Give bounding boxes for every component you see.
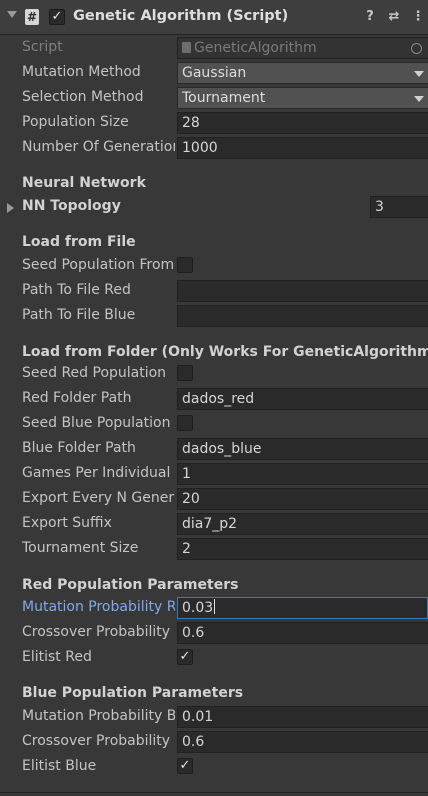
blue-folder-input[interactable]: dados_blue bbox=[177, 438, 428, 460]
generations-row: Number Of Generations 1000 bbox=[0, 136, 428, 161]
seed-red-row: Seed Red Population bbox=[0, 362, 428, 387]
path-red-input[interactable] bbox=[177, 280, 428, 302]
path-red-row: Path To File Red bbox=[0, 279, 428, 304]
divider bbox=[0, 792, 428, 793]
tournament-size-label: Tournament Size bbox=[22, 540, 139, 556]
script-icon: # bbox=[25, 9, 39, 25]
seed-blue-row: Seed Blue Population bbox=[0, 412, 428, 437]
population-size-label: Population Size bbox=[22, 114, 129, 130]
seed-blue-checkbox[interactable] bbox=[177, 415, 193, 431]
script-file-icon bbox=[182, 42, 191, 53]
tournament-size-input[interactable]: 2 bbox=[177, 538, 428, 560]
export-every-input[interactable]: 20 bbox=[177, 488, 428, 510]
blue-mutation-label: Mutation Probability Blue bbox=[22, 708, 175, 724]
blue-folder-label: Blue Folder Path bbox=[22, 440, 136, 456]
elitist-blue-checkbox[interactable]: ✓ bbox=[177, 758, 193, 774]
red-crossover-label: Crossover Probability Red bbox=[22, 624, 175, 640]
nn-topology-size-input[interactable]: 3 bbox=[370, 196, 428, 218]
blue-params-header: Blue Population Parameters bbox=[22, 685, 244, 701]
selection-method-label: Selection Method bbox=[22, 89, 144, 105]
red-folder-input[interactable]: dados_red bbox=[177, 388, 428, 410]
script-field: GeneticAlgorithm bbox=[177, 37, 428, 59]
blue-crossover-row: Crossover Probability Blue 0.6 bbox=[0, 730, 428, 755]
seed-population-checkbox[interactable] bbox=[177, 257, 193, 273]
red-crossover-row: Crossover Probability Red 0.6 bbox=[0, 621, 428, 646]
red-mutation-row: Mutation Probability Red 0.03 bbox=[0, 596, 428, 621]
selection-method-value: Tournament bbox=[182, 90, 266, 106]
seed-red-label: Seed Red Population bbox=[22, 365, 167, 381]
script-row: Script GeneticAlgorithm bbox=[0, 36, 428, 61]
export-every-label: Export Every N Generations bbox=[22, 490, 175, 506]
load-from-folder-header: Load from Folder (Only Works For Genetic… bbox=[22, 344, 428, 360]
blue-mutation-row: Mutation Probability Blue 0.01 bbox=[0, 705, 428, 730]
blue-crossover-label: Crossover Probability Blue bbox=[22, 733, 175, 749]
path-blue-input[interactable] bbox=[177, 305, 428, 327]
neural-network-header: Neural Network bbox=[22, 175, 146, 191]
object-picker-icon bbox=[411, 43, 422, 54]
red-mutation-input[interactable]: 0.03 bbox=[177, 597, 428, 619]
elitist-red-label: Elitist Red bbox=[22, 649, 92, 665]
blue-folder-row: Blue Folder Path dados_blue bbox=[0, 437, 428, 462]
component-header: # ✓ Genetic Algorithm (Script) ? ⇄ ⋮ bbox=[0, 0, 428, 35]
games-per-individual-row: Games Per Individual 1 bbox=[0, 462, 428, 487]
more-icon[interactable]: ⋮ bbox=[410, 9, 426, 25]
seed-population-label: Seed Population From File bbox=[22, 257, 175, 273]
games-per-individual-label: Games Per Individual bbox=[22, 465, 171, 481]
elitist-blue-label: Elitist Blue bbox=[22, 758, 97, 774]
mutation-method-row: Mutation Method Gaussian bbox=[0, 61, 428, 86]
seed-blue-label: Seed Blue Population bbox=[22, 415, 171, 431]
elitist-blue-row: Elitist Blue ✓ bbox=[0, 755, 428, 780]
red-crossover-input[interactable]: 0.6 bbox=[177, 622, 428, 644]
component-enabled-checkbox[interactable]: ✓ bbox=[49, 9, 65, 25]
elitist-red-row: Elitist Red ✓ bbox=[0, 646, 428, 671]
foldout-arrow-icon[interactable] bbox=[7, 203, 14, 213]
seed-population-row: Seed Population From File bbox=[0, 254, 428, 279]
blue-mutation-input[interactable]: 0.01 bbox=[177, 706, 428, 728]
red-folder-row: Red Folder Path dados_red bbox=[0, 387, 428, 412]
generations-input[interactable]: 1000 bbox=[177, 137, 428, 159]
path-blue-row: Path To File Blue bbox=[0, 304, 428, 329]
export-suffix-label: Export Suffix bbox=[22, 515, 112, 531]
tournament-size-row: Tournament Size 2 bbox=[0, 537, 428, 562]
export-suffix-row: Export Suffix dia7_p2 bbox=[0, 512, 428, 537]
script-value: GeneticAlgorithm bbox=[194, 40, 317, 56]
selection-method-dropdown[interactable]: Tournament bbox=[177, 87, 428, 109]
load-from-file-header: Load from File bbox=[22, 234, 136, 250]
population-size-row: Population Size 28 bbox=[0, 111, 428, 136]
text-cursor bbox=[214, 599, 216, 614]
chevron-down-icon bbox=[414, 71, 424, 77]
red-folder-label: Red Folder Path bbox=[22, 390, 132, 406]
selection-method-row: Selection Method Tournament bbox=[0, 86, 428, 111]
red-mutation-label: Mutation Probability Red bbox=[22, 599, 175, 615]
help-icon[interactable]: ? bbox=[362, 9, 378, 25]
export-every-row: Export Every N Generations 20 bbox=[0, 487, 428, 512]
seed-red-checkbox[interactable] bbox=[177, 365, 193, 381]
path-red-label: Path To File Red bbox=[22, 282, 131, 298]
mutation-method-value: Gaussian bbox=[182, 65, 247, 81]
path-blue-label: Path To File Blue bbox=[22, 307, 136, 323]
script-label: Script bbox=[22, 39, 63, 55]
mutation-method-label: Mutation Method bbox=[22, 64, 141, 80]
population-size-input[interactable]: 28 bbox=[177, 112, 428, 134]
red-mutation-value: 0.03 bbox=[182, 600, 214, 616]
generations-label: Number Of Generations bbox=[22, 139, 175, 155]
foldout-arrow-icon[interactable] bbox=[7, 11, 17, 18]
nn-topology-row: NN Topology 3 bbox=[0, 195, 428, 220]
mutation-method-dropdown[interactable]: Gaussian bbox=[177, 62, 428, 84]
games-per-individual-input[interactable]: 1 bbox=[177, 463, 428, 485]
preset-icon[interactable]: ⇄ bbox=[386, 9, 402, 25]
red-params-header: Red Population Parameters bbox=[22, 577, 239, 593]
blue-crossover-input[interactable]: 0.6 bbox=[177, 731, 428, 753]
chevron-down-icon bbox=[414, 96, 424, 102]
export-suffix-input[interactable]: dia7_p2 bbox=[177, 513, 428, 535]
elitist-red-checkbox[interactable]: ✓ bbox=[177, 649, 193, 665]
nn-topology-label[interactable]: NN Topology bbox=[22, 198, 175, 218]
component-title: Genetic Algorithm (Script) bbox=[73, 8, 289, 24]
